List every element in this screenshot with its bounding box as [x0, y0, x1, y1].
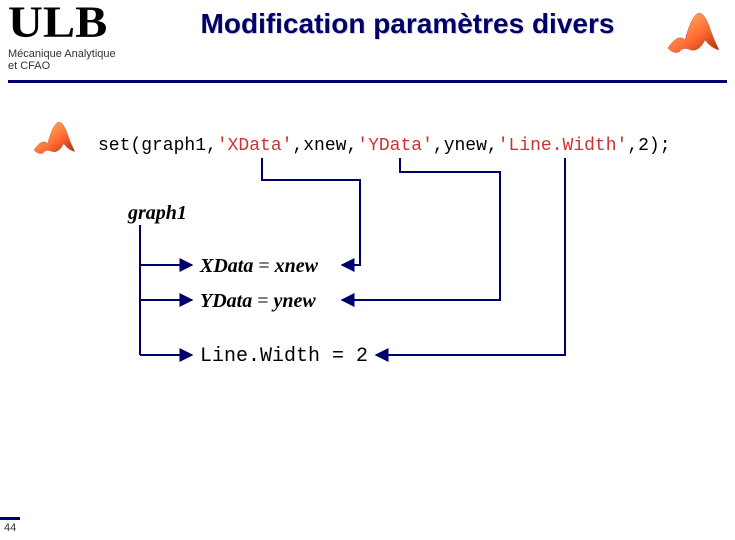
row-xdata-label: XData	[200, 255, 253, 277]
row-linewidth-eq: =	[320, 345, 356, 368]
row-ydata: YData = ynew	[200, 290, 316, 313]
page-number: 44	[4, 522, 16, 534]
header-divider	[8, 80, 727, 83]
row-ydata-eq: =	[252, 290, 273, 312]
code-string-linewidth: 'Line.Width'	[498, 136, 628, 156]
page-number-bar	[0, 517, 20, 520]
row-xdata-eq: =	[253, 255, 274, 277]
row-linewidth: Line.Width = 2	[200, 345, 368, 368]
logo-subtitle: Mécanique Analytique et CFAO	[8, 48, 178, 73]
row-ydata-value: ynew	[274, 290, 316, 312]
subtitle-line1: Mécanique Analytique	[8, 48, 116, 60]
code-suffix: ,2);	[627, 136, 670, 156]
code-string-xdata: 'XData'	[217, 136, 293, 156]
code-string-ydata: 'YData'	[357, 136, 433, 156]
row-linewidth-value: 2	[356, 345, 368, 368]
matlab-icon	[663, 8, 723, 58]
row-xdata-value: xnew	[275, 255, 318, 277]
graph-label: graph1	[128, 202, 187, 225]
row-xdata: XData = xnew	[200, 255, 318, 278]
code-mid2: ,ynew,	[433, 136, 498, 156]
code-mid1: ,xnew,	[292, 136, 357, 156]
subtitle-line2: et CFAO	[8, 60, 50, 72]
page-title: Modification paramètres divers	[160, 8, 655, 40]
matlab-small-icon	[30, 118, 78, 158]
row-ydata-label: YData	[200, 290, 252, 312]
row-linewidth-label: Line.Width	[200, 345, 320, 368]
logo-block: ULB Mécanique Analytique et CFAO	[8, 4, 178, 73]
code-prefix: set(graph1,	[98, 136, 217, 156]
code-line: set(graph1,'XData',xnew,'YData',ynew,'Li…	[98, 136, 671, 156]
